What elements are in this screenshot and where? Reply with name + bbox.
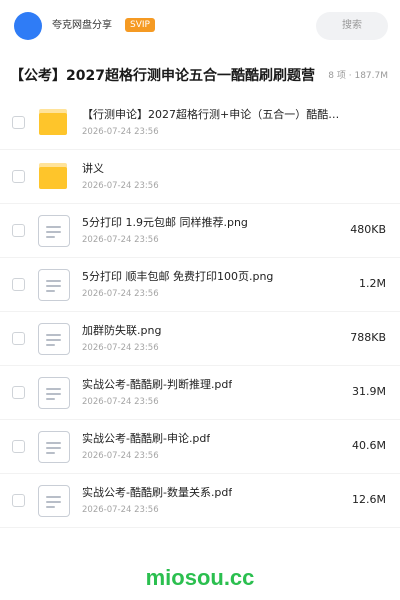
file-name[interactable]: 5分打印 顺丰包邮 免费打印100页.png [82, 270, 273, 284]
file-list: 【行测申论】2027超格行测+申论（五合一）酷酷刷刷题营 2026-07-24 2… [0, 96, 400, 528]
file-icon [38, 485, 70, 517]
folder-icon [38, 161, 70, 193]
folder-icon [38, 107, 70, 139]
file-row[interactable]: 5分打印 顺丰包邮 免费打印100页.png 2026-07-24 23:56 1.… [0, 258, 400, 312]
row-checkbox[interactable] [12, 224, 25, 237]
svip-badge: SVIP [125, 18, 155, 32]
file-size: 788KB [350, 331, 386, 344]
file-size: 1.2M [359, 277, 386, 290]
file-row[interactable]: 讲义 2026-07-24 23:56 [0, 150, 400, 204]
file-size: 12.6M [352, 493, 386, 506]
file-icon [38, 377, 70, 409]
file-name[interactable]: 5分打印 1.9元包邮 同样推荐.png [82, 216, 248, 230]
file-size: 31.9M [352, 385, 386, 398]
file-date: 2026-07-24 23:56 [82, 451, 159, 461]
file-size: 40.6M [352, 439, 386, 452]
user-name: 夸克网盘分享 [52, 20, 112, 31]
file-icon [38, 323, 70, 355]
row-checkbox[interactable] [12, 278, 25, 291]
file-name[interactable]: 实战公考-酷酷刷-数量关系.pdf [82, 486, 232, 500]
row-checkbox[interactable] [12, 440, 25, 453]
file-name[interactable]: 讲义 [82, 162, 104, 176]
file-size: 480KB [350, 223, 386, 236]
avatar[interactable] [14, 12, 42, 40]
watermark: miosou.cc [145, 565, 255, 590]
file-icon [38, 269, 70, 301]
file-row[interactable]: 5分打印 1.9元包邮 同样推荐.png 2026-07-24 23:56 480K… [0, 204, 400, 258]
file-row[interactable]: 【行测申论】2027超格行测+申论（五合一）酷酷刷刷题营 2026-07-24 2… [0, 96, 400, 150]
file-icon [38, 215, 70, 247]
share-meta: 8 项 · 187.7M [326, 70, 388, 82]
row-checkbox[interactable] [12, 170, 25, 183]
file-name[interactable]: 加群防失联.png [82, 324, 161, 338]
row-checkbox[interactable] [12, 332, 25, 345]
app-header: 夸克网盘分享 SVIP 搜索 [0, 0, 400, 54]
file-name[interactable]: 实战公考-酷酷刷-申论.pdf [82, 432, 210, 446]
file-date: 2026-07-24 23:56 [82, 181, 159, 191]
file-date: 2026-07-24 23:56 [82, 343, 159, 353]
file-date: 2026-07-24 23:56 [82, 235, 159, 245]
search-input[interactable]: 搜索 [316, 12, 388, 40]
share-title-row: 【公考】2027超格行测申论五合一酷酷刷刷题营 8 项 · 187.7M [0, 56, 400, 96]
file-date: 2026-07-24 23:56 [82, 397, 159, 407]
file-name[interactable]: 【行测申论】2027超格行测+申论（五合一）酷酷刷刷题营 [82, 108, 344, 122]
file-date: 2026-07-24 23:56 [82, 289, 159, 299]
file-row[interactable]: 实战公考-酷酷刷-判断推理.pdf 2026-07-24 23:56 31.9M [0, 366, 400, 420]
file-icon [38, 431, 70, 463]
file-row[interactable]: 实战公考-酷酷刷-申论.pdf 2026-07-24 23:56 40.6M [0, 420, 400, 474]
file-row[interactable]: 实战公考-酷酷刷-数量关系.pdf 2026-07-24 23:56 12.6M [0, 474, 400, 528]
file-date: 2026-07-24 23:56 [82, 505, 159, 515]
file-name[interactable]: 实战公考-酷酷刷-判断推理.pdf [82, 378, 232, 392]
row-checkbox[interactable] [12, 386, 25, 399]
row-checkbox[interactable] [12, 494, 25, 507]
file-row[interactable]: 加群防失联.png 2026-07-24 23:56 788KB [0, 312, 400, 366]
page-title: 【公考】2027超格行测申论五合一酷酷刷刷题营 [10, 68, 315, 84]
file-date: 2026-07-24 23:56 [82, 127, 159, 137]
row-checkbox[interactable] [12, 116, 25, 129]
